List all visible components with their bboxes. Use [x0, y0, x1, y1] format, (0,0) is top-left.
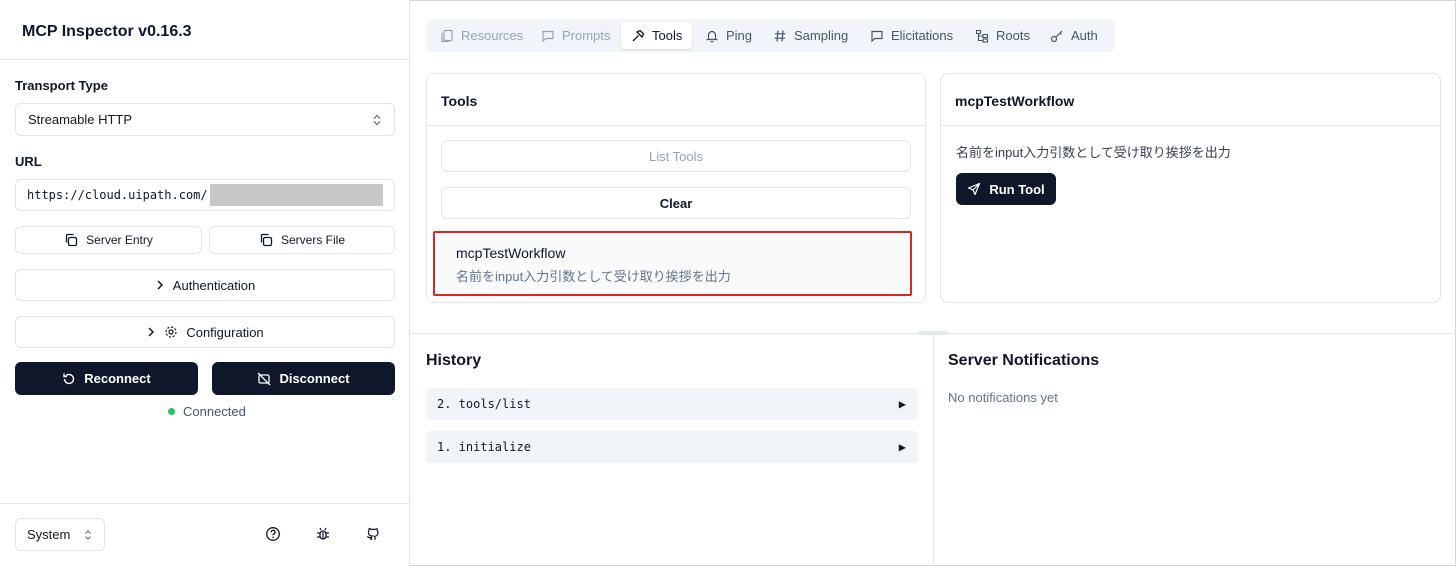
redacted-block — [209, 184, 383, 206]
run-tool-button[interactable]: Run Tool — [956, 173, 1056, 205]
chevron-right-icon — [157, 280, 163, 290]
run-tool-label: Run Tool — [989, 181, 1045, 197]
hash-icon — [774, 29, 786, 42]
tab-ping[interactable]: Ping — [705, 22, 752, 49]
chevrons-up-down-icon — [85, 529, 91, 540]
tab-label: Ping — [726, 28, 753, 43]
server-entry-label: Server Entry — [86, 233, 153, 247]
help-icon[interactable] — [264, 525, 282, 543]
theme-select[interactable]: System — [15, 518, 105, 551]
configuration-toggle[interactable]: Configuration — [15, 316, 395, 348]
clear-button[interactable]: Clear — [441, 187, 911, 219]
configuration-label: Configuration — [186, 324, 264, 340]
tab-resources[interactable]: Resources — [440, 22, 523, 49]
send-icon — [968, 182, 981, 196]
theme-value: System — [27, 527, 71, 542]
tool-list-item[interactable]: mcpTestWorkflow 名前をinput入力引数として受け取り挨拶を出力 — [433, 231, 912, 296]
sidebar-header-divider — [0, 59, 410, 60]
hammer-icon — [632, 29, 645, 41]
history-item-label: 1. initialize — [437, 440, 531, 454]
chevrons-up-down-icon — [372, 114, 382, 126]
connection-status: Connected — [168, 404, 246, 419]
clear-label: Clear — [659, 195, 693, 211]
tab-prompts[interactable]: Prompts — [541, 22, 610, 49]
tool-name: mcpTestWorkflow — [456, 245, 566, 261]
tools-card-title: Tools — [441, 93, 478, 109]
transport-type-select[interactable]: Streamable HTTP — [15, 103, 395, 136]
message-square-icon — [542, 30, 554, 42]
tab-tools[interactable]: Tools — [621, 22, 693, 49]
tab-label: Prompts — [562, 28, 611, 43]
authentication-toggle[interactable]: Authentication — [15, 269, 395, 301]
tab-label: Elicitations — [891, 28, 954, 43]
history-item-label: 2. tools/list — [437, 397, 531, 411]
url-input[interactable]: https://cloud.uipath.com/ — [15, 179, 395, 211]
github-icon[interactable] — [364, 525, 382, 543]
authentication-label: Authentication — [172, 277, 256, 293]
servers-file-label: Servers File — [280, 233, 345, 247]
expand-triangle-icon: ▶ — [898, 440, 906, 454]
app-title: MCP Inspector v0.16.3 — [22, 23, 192, 40]
copy-icon — [66, 233, 78, 247]
tab-label: Auth — [1071, 28, 1098, 43]
folder-tree-icon — [975, 29, 989, 43]
disconnect-button[interactable]: Disconnect — [212, 362, 395, 395]
tab-label: Sampling — [794, 28, 849, 43]
transport-type-label: Transport Type — [15, 78, 108, 93]
bell-icon — [706, 30, 718, 42]
url-label: URL — [15, 154, 42, 169]
servers-file-button[interactable]: Servers File — [209, 226, 395, 254]
server-entry-button[interactable]: Server Entry — [15, 226, 202, 254]
tab-label: Resources — [461, 28, 524, 43]
unplug-icon — [257, 372, 271, 385]
tab-elicitations[interactable]: Elicitations — [870, 22, 953, 49]
status-dot — [168, 408, 175, 415]
tab-label: Roots — [996, 28, 1030, 43]
notifications-empty-text: No notifications yet — [948, 390, 1058, 405]
tool-description: 名前をinput入力引数として受け取り挨拶を出力 — [456, 269, 731, 284]
gear-icon — [165, 326, 177, 338]
url-value: https://cloud.uipath.com/ — [27, 188, 208, 202]
card-divider — [427, 125, 925, 126]
expand-triangle-icon: ▶ — [898, 397, 906, 411]
notifications-title: Server Notifications — [948, 352, 1100, 369]
chevron-right-icon — [148, 327, 155, 337]
transport-type-value: Streamable HTTP — [28, 112, 133, 127]
disconnect-label: Disconnect — [279, 371, 350, 386]
tab-auth[interactable]: Auth — [1050, 22, 1098, 49]
key-icon — [1050, 30, 1063, 42]
rotate-ccw-icon — [63, 373, 75, 384]
copy-icon — [260, 233, 273, 247]
files-icon — [441, 29, 453, 42]
history-item[interactable]: 1. initialize ▶ — [426, 431, 918, 463]
sidebar: MCP Inspector v0.16.3 Transport Type Str… — [0, 0, 410, 566]
status-text: Connected — [183, 404, 246, 419]
tool-detail-description: 名前をinput入力引数として受け取り挨拶を出力 — [956, 145, 1231, 160]
message-square-icon — [871, 30, 883, 42]
sidebar-footer-divider — [0, 503, 410, 504]
reconnect-button[interactable]: Reconnect — [15, 362, 198, 395]
tab-sampling[interactable]: Sampling — [773, 22, 848, 49]
history-title: History — [426, 352, 482, 369]
panel-vertical-divider — [933, 334, 934, 566]
card-divider — [941, 125, 1440, 126]
tab-label: Tools — [652, 28, 683, 43]
tab-bar: Resources Prompts Tools Ping Sampling El… — [426, 19, 1115, 52]
list-tools-button[interactable]: List Tools — [441, 140, 911, 172]
history-item[interactable]: 2. tools/list ▶ — [426, 388, 918, 420]
tab-roots[interactable]: Roots — [975, 22, 1030, 49]
reconnect-label: Reconnect — [84, 371, 151, 386]
tool-detail-title: mcpTestWorkflow — [955, 93, 1075, 109]
bug-icon[interactable] — [314, 525, 332, 543]
list-tools-label: List Tools — [649, 148, 703, 164]
